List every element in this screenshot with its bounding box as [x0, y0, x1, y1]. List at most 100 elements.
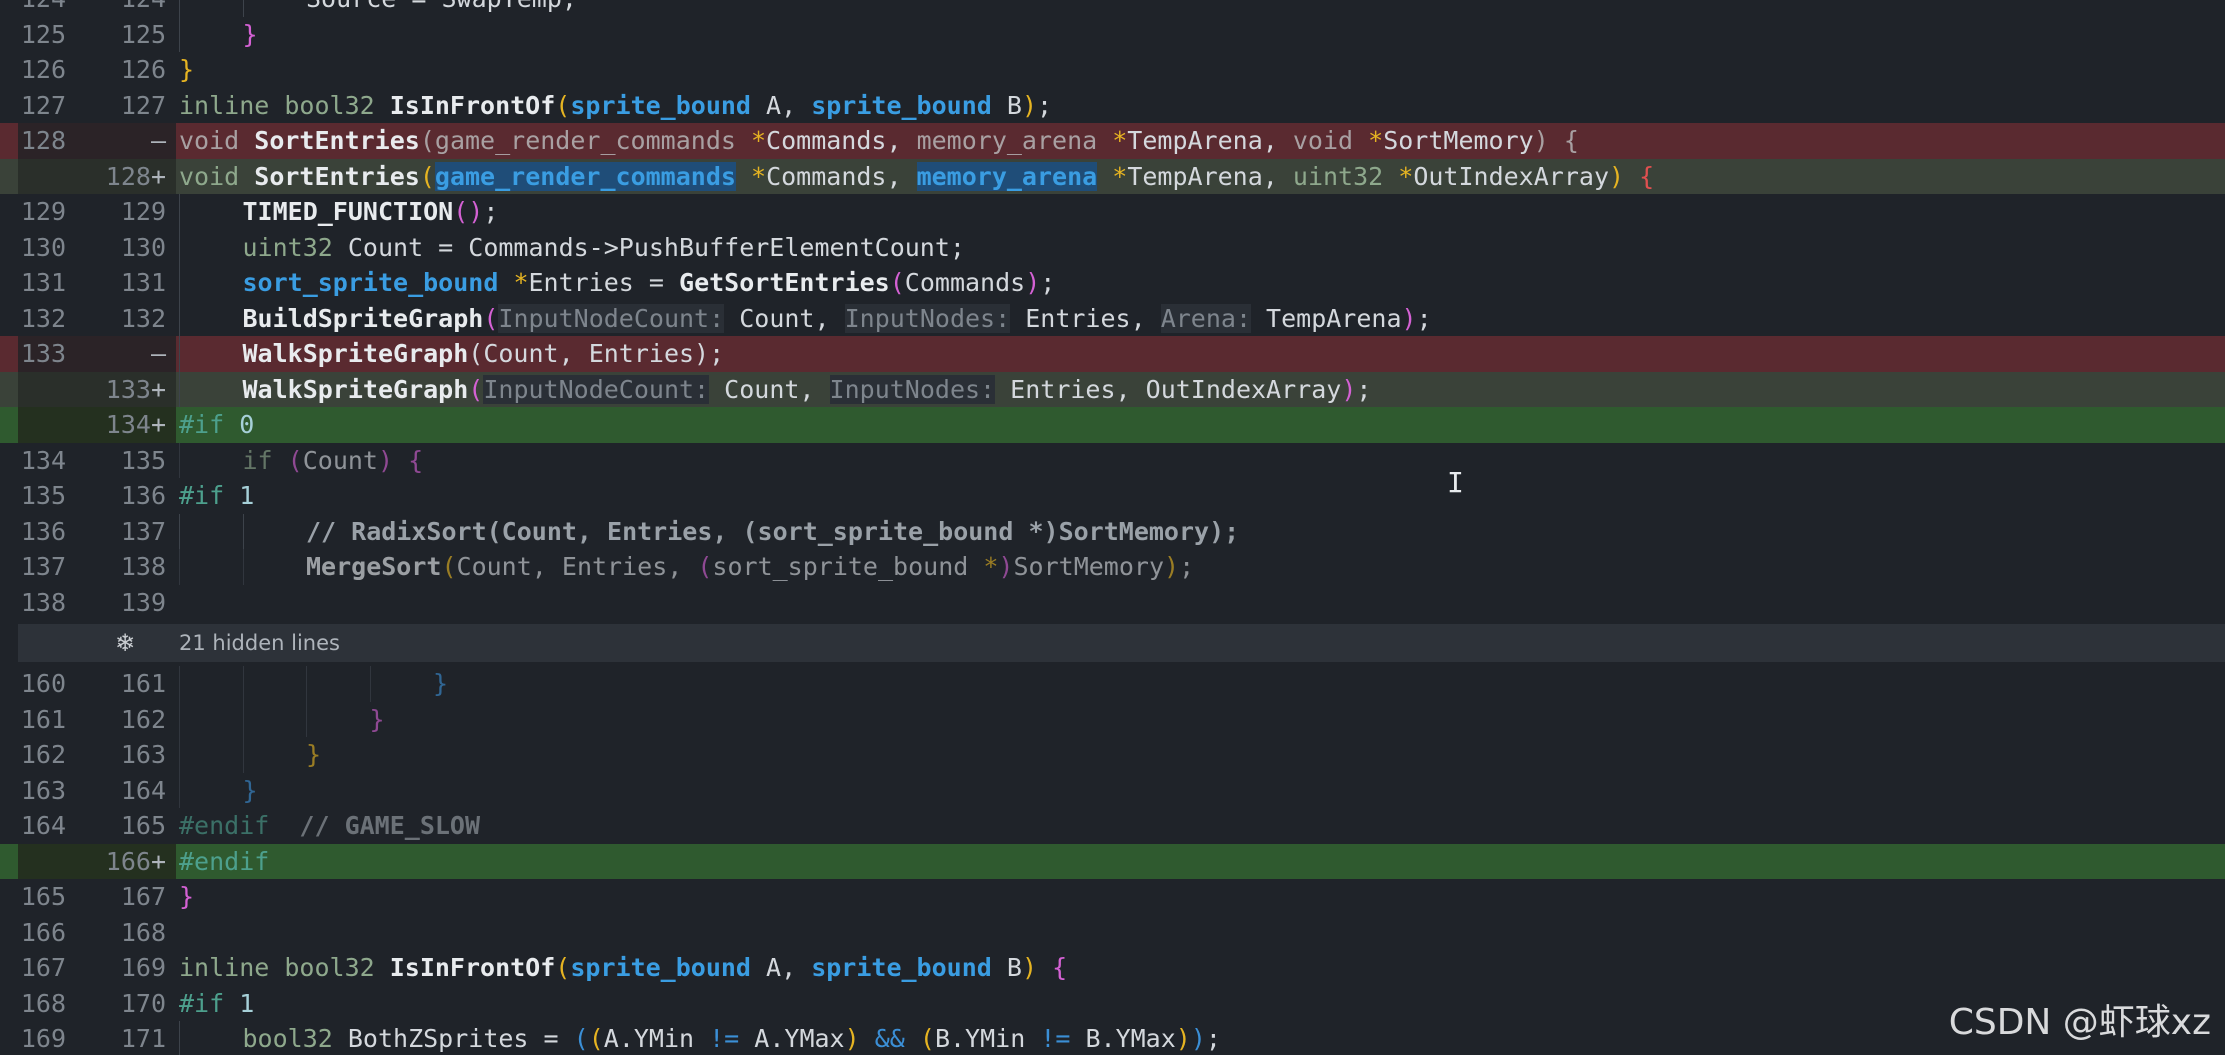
- code-text: }: [179, 737, 2225, 773]
- watermark: CSDN @虾球xz: [1948, 1002, 2211, 1043]
- new-line-number: 126: [90, 52, 166, 88]
- code-token: game_render_commands: [434, 161, 736, 191]
- code-token: *: [513, 268, 529, 297]
- old-line-number: 124: [18, 0, 66, 17]
- new-line-number: 167: [90, 879, 166, 915]
- indent-guide: [179, 701, 180, 737]
- diff-line: 133+ WalkSpriteGraph(InputNodeCount: Coun…: [0, 371, 2225, 407]
- hidden-lines-bar[interactable]: ❄ 21 hidden lines: [18, 624, 2225, 662]
- diff-line: 132 132 BuildSpriteGraph(InputNodeCount: C…: [0, 300, 2225, 337]
- diff-line: 125 125}: [0, 16, 2225, 52]
- code-token: bool32: [284, 90, 390, 120]
- code-text: #if 1: [179, 478, 2225, 514]
- unfold-icon[interactable]: ❄: [110, 624, 140, 662]
- line-number-gutter: 127 127: [18, 88, 176, 124]
- code-text: TIMED_FUNCTION();: [179, 194, 2225, 230]
- line-number-gutter: 161 162: [18, 702, 176, 738]
- old-line-number: 133: [20, 339, 66, 368]
- code-token: sort_sprite_bound: [242, 268, 499, 297]
- old-line-number: 167: [20, 953, 66, 982]
- new-line-number: 124: [90, 0, 166, 17]
- new-line-number-text: 131: [120, 268, 166, 297]
- code-token: (: [483, 303, 499, 333]
- code-token: SortEntries: [254, 161, 420, 191]
- code-text: #endif: [179, 844, 2225, 880]
- diff-hunk-bottom: 160 161} 161 162} 162 163} 163 164} 164 165 #endif…: [0, 666, 2225, 1055]
- diff-line: 162 163}: [0, 737, 2225, 773]
- new-line-number-text: 169: [120, 953, 166, 982]
- new-line-number: 163: [90, 737, 166, 773]
- new-line-number: 139: [90, 585, 166, 621]
- diff-line: 163 164}: [0, 772, 2225, 809]
- diff-line: 128 — void SortEntries(game_render_command…: [0, 123, 2225, 159]
- code-text: bool32 BothZSprites = ((A.YMin != A.YMax…: [179, 1021, 2225, 1055]
- indent-guide: [179, 442, 180, 478]
- line-number-gutter: 129 129: [18, 194, 176, 230]
- new-line-number-text: 138: [120, 552, 166, 581]
- code-token: InputNodeCount:: [498, 303, 725, 333]
- old-line-number: 130: [20, 232, 66, 262]
- indent-guide: [179, 336, 180, 372]
- added-marker: +: [150, 410, 166, 439]
- diff-line: 135 136 #if 1: [0, 478, 2225, 514]
- new-line-number-text: 139: [120, 587, 166, 617]
- diff-line: 133 — WalkSpriteGraph(Count, Entries);: [0, 336, 2225, 372]
- code-token: (: [441, 552, 457, 581]
- diff-line: 169 171 bool32 BothZSprites = ((A.YMin != …: [0, 1021, 2225, 1055]
- code-text: #if 0: [179, 407, 2225, 443]
- old-line-number: 165: [20, 882, 66, 911]
- code-token: Commands,: [766, 161, 917, 191]
- code-token: (: [468, 374, 484, 404]
- code-token: 0: [239, 410, 255, 439]
- line-number-gutter: 138 139: [18, 585, 176, 621]
- line-number-gutter: 135 136: [18, 478, 176, 514]
- indent-guide: [179, 229, 180, 265]
- indent-guide: [179, 194, 180, 230]
- code-token: *: [1112, 161, 1128, 191]
- code-token: ;: [1416, 303, 1432, 333]
- indent-guide: [179, 265, 180, 301]
- code-token: TempArena: [1251, 303, 1402, 333]
- code-token: }: [433, 669, 449, 698]
- line-number-gutter: 132 132: [18, 301, 176, 337]
- removed-marker: —: [150, 339, 166, 368]
- indent-guide: [179, 1021, 180, 1055]
- code-token: (: [287, 445, 303, 475]
- line-number-gutter: 163 164: [18, 773, 176, 809]
- new-line-number-text: 129: [120, 197, 166, 226]
- new-line-number-text: 167: [120, 882, 166, 911]
- code-token: (: [555, 953, 571, 982]
- code-token: B: [991, 90, 1022, 120]
- code-text: }: [179, 879, 2225, 915]
- old-line-number: 166: [20, 917, 66, 947]
- indent-guide: [179, 549, 180, 585]
- code-token: // RadixSort(Count, Entries, (sort_sprit…: [306, 516, 1240, 546]
- diff-line: 130 130 uint32 Count = Commands->PushBuffe…: [0, 229, 2225, 265]
- diff-line: 134+ #if 0: [0, 407, 2225, 443]
- indent-guide: [179, 0, 180, 17]
- new-line-number-text: 135: [120, 445, 166, 475]
- diff-line: 160 161}: [0, 666, 2225, 702]
- old-line-number: 160: [20, 669, 66, 698]
- indent-guide: [179, 371, 180, 407]
- code-token: {: [408, 445, 424, 475]
- code-token: }: [179, 55, 195, 84]
- indent-guide: [306, 701, 307, 737]
- diff-line: 137 138 MergeSort(Count, Entries, (sort_sp…: [0, 549, 2225, 585]
- indent-guide: [369, 666, 371, 702]
- code-token: ;: [1205, 1024, 1221, 1053]
- new-line-number-text: 161: [120, 669, 166, 698]
- line-number-gutter: 169 171: [18, 1021, 176, 1055]
- code-token: (Count, Entries);: [468, 339, 725, 368]
- added-marker: +: [150, 846, 166, 876]
- code-token: void: [1292, 126, 1369, 155]
- code-text: }: [179, 16, 2225, 52]
- code-token: OutIndexArray: [1413, 161, 1609, 191]
- indent-guide: [179, 666, 180, 702]
- old-line-number: 135: [20, 481, 66, 510]
- code-token: ;: [1040, 268, 1056, 297]
